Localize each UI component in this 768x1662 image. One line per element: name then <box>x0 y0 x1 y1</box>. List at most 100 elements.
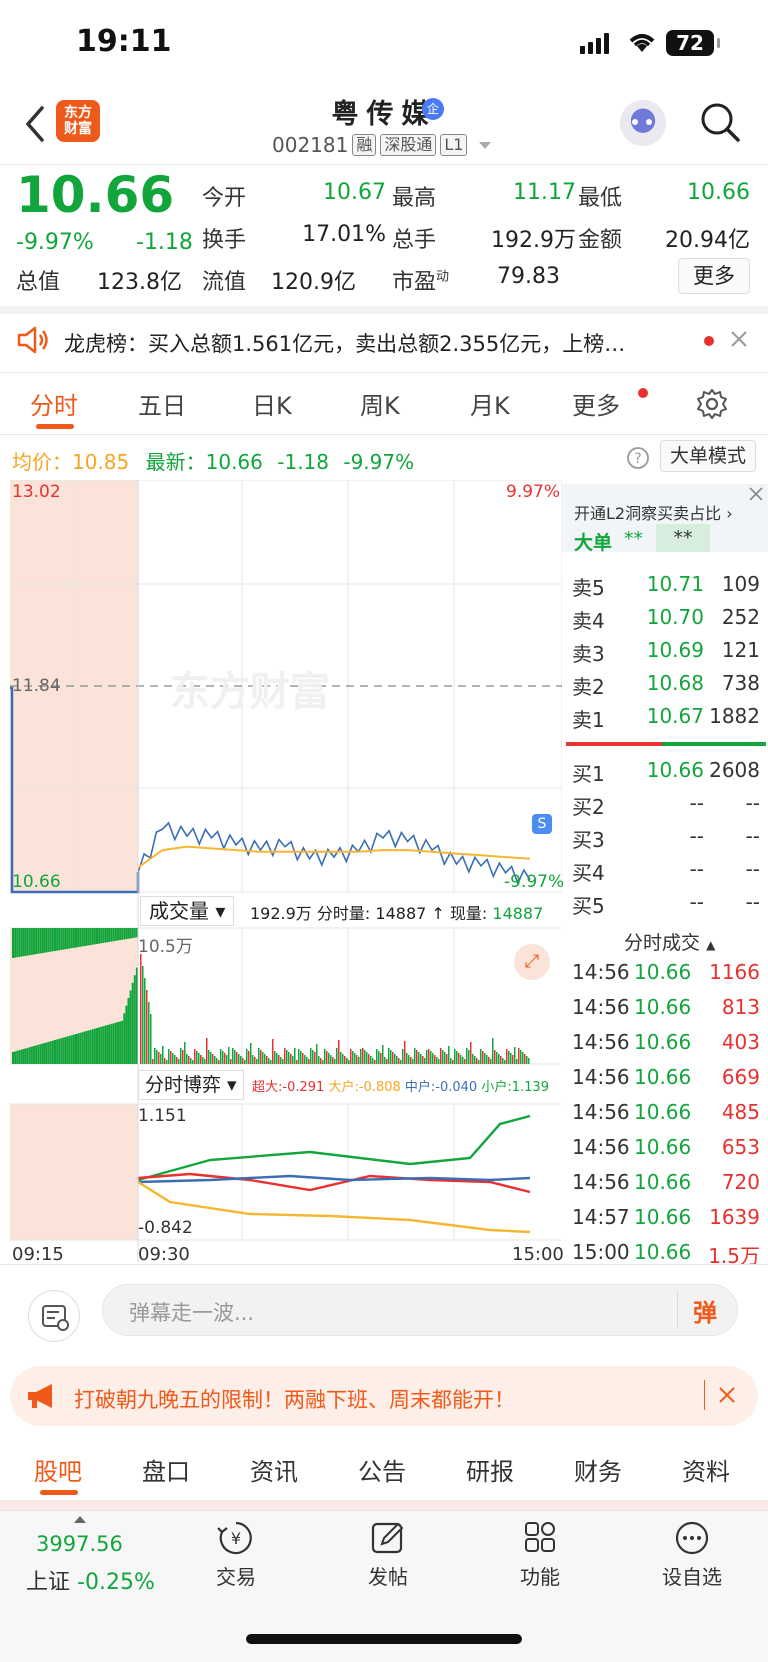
danmu-input[interactable]: 弹幕走一波... 弹 <box>102 1284 738 1336</box>
tab-guba[interactable]: 股吧 <box>34 1452 82 1487</box>
premarket-volume-bar <box>26 928 29 956</box>
tick-row: 14:56 10.66 485 <box>570 1100 760 1130</box>
tick-price: 10.66 <box>634 1205 692 1229</box>
close-icon[interactable] <box>730 330 748 348</box>
tab-announcements[interactable]: 公告 <box>358 1452 406 1487</box>
premarket-volume-bar <box>110 928 113 942</box>
volume-bar <box>508 1051 510 1064</box>
ask-level[interactable]: 卖4 10.70 252 <box>570 605 760 635</box>
volume-bar <box>482 1051 484 1064</box>
search-icon[interactable] <box>700 102 740 142</box>
volume-bar <box>276 1053 278 1064</box>
dock-add-watchlist[interactable]: 设自选 <box>654 1520 730 1590</box>
premarket-volume-bar <box>26 1047 29 1064</box>
bid-level[interactable]: 买1 10.66 2608 <box>570 758 760 788</box>
volume-bar <box>440 1048 442 1064</box>
help-icon[interactable]: ? <box>626 446 650 470</box>
tick-row: 14:56 10.66 1166 <box>570 960 760 990</box>
s-marker-icon[interactable]: S <box>532 814 552 834</box>
index-name[interactable]: 上证 -0.25% <box>26 1564 155 1596</box>
bid-level[interactable]: 买5 -- -- <box>570 890 760 920</box>
volume-bar <box>224 1053 226 1064</box>
volume-bar <box>220 1049 222 1064</box>
promo-text[interactable]: 打破朝九晚五的限制！两融下班、周末都能开！ <box>74 1384 515 1414</box>
ask-level[interactable]: 卖2 10.68 738 <box>570 671 760 701</box>
tab-more[interactable]: 更多 <box>572 386 620 421</box>
intraday-chart[interactable]: 东方财富 <box>10 480 562 1262</box>
ask-level[interactable]: 卖1 10.67 1882 <box>570 704 760 734</box>
level-price: -- <box>689 857 704 881</box>
volume-bar <box>256 1059 258 1064</box>
tab-research[interactable]: 研报 <box>466 1452 514 1487</box>
volume-bar <box>178 1059 180 1064</box>
index-expand-icon[interactable] <box>74 1516 86 1523</box>
volume-bar <box>232 1048 234 1064</box>
settings-gear-icon[interactable] <box>696 388 728 420</box>
dragon-tiger-notice[interactable]: 龙虎榜：买入总额1.561亿元，卖出总额2.355亿元，上榜… <box>64 328 684 358</box>
tab-finance[interactable]: 财务 <box>574 1452 622 1487</box>
tab-news[interactable]: 资讯 <box>250 1452 298 1487</box>
volume-bar <box>160 1054 162 1064</box>
volume-bar <box>388 1048 390 1064</box>
level-price: 10.68 <box>646 671 704 695</box>
big-order-label: 大单 <box>574 532 613 554</box>
big-order-mode-button[interactable]: 大单模式 <box>660 440 756 472</box>
premarket-volume-bar <box>85 928 88 946</box>
tab-monthly-k[interactable]: 月K <box>470 386 510 421</box>
dock-functions[interactable]: 功能 <box>510 1520 570 1590</box>
bid-level[interactable]: 买4 -- -- <box>570 857 760 887</box>
volume-selector[interactable]: 成交量 ▾ <box>140 896 235 926</box>
premarket-volume-bar <box>127 928 130 939</box>
volume-bar <box>366 1052 368 1064</box>
volume-bar <box>416 1050 418 1064</box>
bid-level[interactable]: 买2 -- -- <box>570 791 760 821</box>
volume-bar <box>418 1052 420 1064</box>
more-stats-button[interactable]: 更多 <box>678 258 750 294</box>
danmu-settings-button[interactable] <box>28 1290 80 1342</box>
home-indicator[interactable] <box>246 1634 522 1644</box>
tab-weekly-k[interactable]: 周K <box>360 386 400 421</box>
premarket-volume-bar <box>51 1040 54 1064</box>
volume-bar <box>262 1052 264 1064</box>
volume-bar <box>516 1059 518 1064</box>
premarket-volume-bar <box>91 928 94 945</box>
volume-bar <box>226 1055 228 1064</box>
volume-bar <box>298 1049 300 1064</box>
volume-bar <box>436 1057 438 1064</box>
ticks-title[interactable]: 分时成交 ▲ <box>624 928 715 955</box>
close-icon[interactable] <box>718 1386 736 1404</box>
ask-level[interactable]: 卖3 10.69 121 <box>570 638 760 668</box>
bottom-tab-shadow <box>0 1500 768 1510</box>
index-value[interactable]: 3997.56 <box>36 1532 123 1556</box>
section-gap <box>0 306 768 314</box>
tab-profile[interactable]: 资料 <box>682 1452 730 1487</box>
premarket-volume-bar <box>106 928 109 943</box>
dock-trade[interactable]: ¥ 交易 <box>206 1520 266 1590</box>
volume-bar <box>352 1051 354 1064</box>
volume-bar <box>306 1057 308 1064</box>
status-bar: 19:11 72 <box>0 0 768 90</box>
bid-level[interactable]: 买3 -- -- <box>570 824 760 854</box>
ask-level[interactable]: 卖5 10.71 109 <box>570 572 760 602</box>
tab-daily-k[interactable]: 日K <box>252 386 292 421</box>
volume-bar <box>214 1056 216 1064</box>
game-selector[interactable]: 分时博弈 ▾ <box>138 1070 244 1100</box>
premarket-volume-bar <box>104 928 107 943</box>
volume-bar <box>296 1060 298 1064</box>
close-icon[interactable] <box>748 486 764 502</box>
volume-bar <box>288 1052 290 1064</box>
danmu-send-button[interactable]: 弹 <box>693 1293 717 1328</box>
stock-code-row[interactable]: 002181 融 深股通 L1 <box>272 133 492 157</box>
chevron-down-icon[interactable] <box>479 141 492 149</box>
tab-five-day[interactable]: 五日 <box>138 386 186 421</box>
premarket-volume-bar <box>70 1035 73 1064</box>
volume-bar <box>336 1048 338 1064</box>
volume-bar <box>284 1048 286 1064</box>
l2-promo-text[interactable]: 开通L2洞察买卖占比 › <box>574 500 733 524</box>
dock-post[interactable]: 发帖 <box>358 1520 418 1590</box>
volume-bar <box>164 1058 166 1064</box>
expand-icon[interactable]: ⤢ <box>514 944 550 980</box>
tab-pankou[interactable]: 盘口 <box>142 1452 190 1487</box>
assistant-robot-icon[interactable] <box>620 100 666 146</box>
tab-intraday[interactable]: 分时 <box>30 386 78 421</box>
